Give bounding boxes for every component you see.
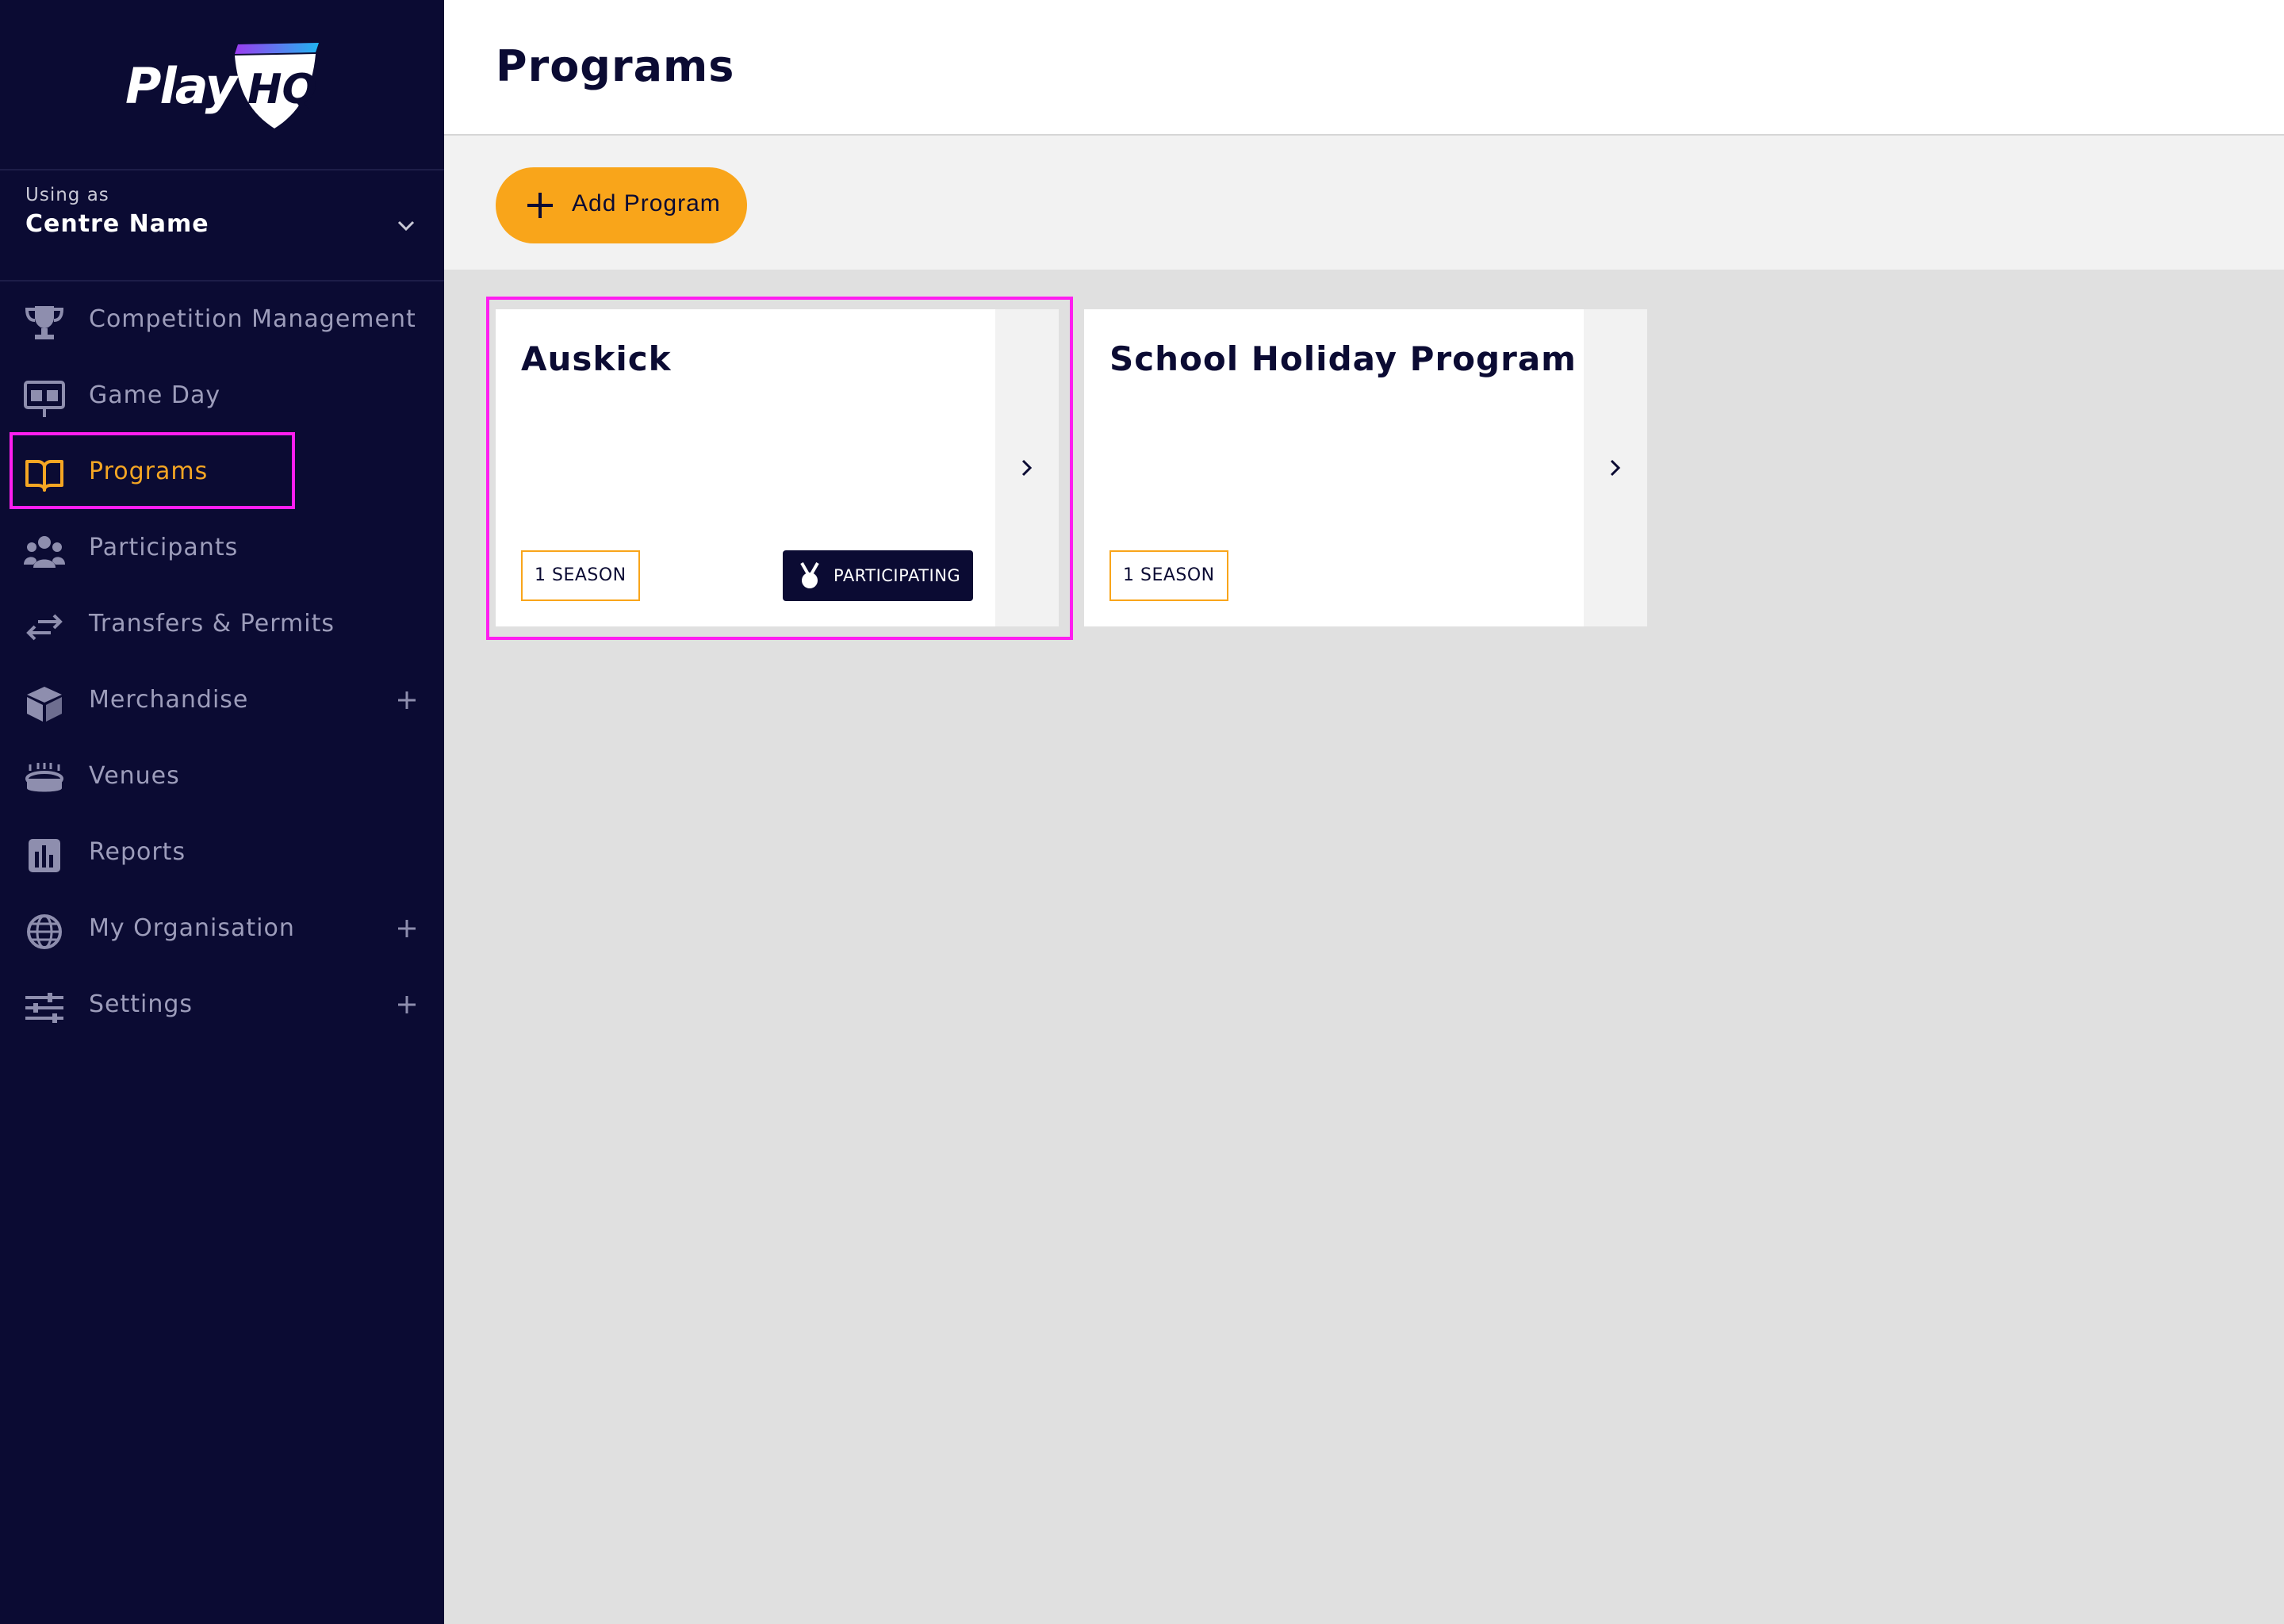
sidebar-item-label: Programs xyxy=(89,458,209,485)
card-open-arrow[interactable] xyxy=(1584,309,1647,626)
sidebar-item-label: Competition Management xyxy=(89,305,416,333)
stadium-icon xyxy=(25,763,63,792)
sidebar-nav: Competition Management Game Day Programs xyxy=(0,282,444,1044)
season-count-badge: 1 SEASON xyxy=(1109,550,1228,601)
current-org-name: Centre Name xyxy=(25,210,209,238)
card-body: School Holiday Program 1 SEASON xyxy=(1084,309,1584,626)
sidebar-item-settings[interactable]: Settings xyxy=(0,967,444,1044)
chevron-right-icon xyxy=(1021,459,1033,477)
medal-icon xyxy=(800,562,819,588)
main-content: Programs Add Program Auskick 1 SEASON PA… xyxy=(444,0,2284,1624)
sidebar-item-venues[interactable]: Venues xyxy=(0,739,444,815)
logo-shield-icon: HQ xyxy=(235,43,319,128)
sidebar-item-my-organisation[interactable]: My Organisation xyxy=(0,891,444,967)
participating-badge: PARTICIPATING xyxy=(783,550,973,601)
page-title: Programs xyxy=(496,41,735,91)
page-header: Programs xyxy=(444,0,2284,136)
sliders-icon xyxy=(25,993,63,1023)
season-count-badge: 1 SEASON xyxy=(521,550,640,601)
playhq-logo[interactable]: Play HQ xyxy=(125,41,324,132)
program-title: School Holiday Program xyxy=(1109,339,1577,378)
transfer-arrows-icon xyxy=(26,614,63,641)
org-switcher[interactable]: Using as Centre Name xyxy=(0,170,444,282)
bar-chart-icon xyxy=(29,839,60,872)
card-body: Auskick 1 SEASON PARTICIPATING xyxy=(496,309,995,626)
chevron-down-icon[interactable] xyxy=(395,215,417,237)
sidebar-item-label: Settings xyxy=(89,990,194,1018)
add-program-label: Add Program xyxy=(572,190,721,216)
participating-label: PARTICIPATING xyxy=(834,566,961,585)
card-open-arrow[interactable] xyxy=(995,309,1059,626)
trophy-icon xyxy=(25,306,64,339)
logo-badge-text: HQ xyxy=(247,66,317,113)
sidebar-item-programs[interactable]: Programs xyxy=(0,435,444,511)
toolbar: Add Program xyxy=(444,136,2284,270)
sidebar-item-transfers-permits[interactable]: Transfers & Permits xyxy=(0,587,444,663)
sidebar-item-label: Transfers & Permits xyxy=(89,610,335,638)
expand-plus-icon[interactable] xyxy=(397,994,417,1015)
add-program-button[interactable]: Add Program xyxy=(496,167,747,243)
book-icon xyxy=(25,460,63,492)
scoreboard-icon xyxy=(24,381,65,417)
program-card-school-holiday[interactable]: School Holiday Program 1 SEASON xyxy=(1084,309,1647,626)
sidebar-item-game-day[interactable]: Game Day xyxy=(0,358,444,435)
sidebar-item-label: Reports xyxy=(89,838,186,866)
people-icon xyxy=(24,536,65,568)
globe-icon xyxy=(27,914,62,949)
expand-plus-icon[interactable] xyxy=(397,918,417,939)
sidebar-item-label: Participants xyxy=(89,534,239,561)
sidebar-item-merchandise[interactable]: Merchandise xyxy=(0,663,444,739)
program-card-auskick[interactable]: Auskick 1 SEASON PARTICIPATING xyxy=(496,309,1059,626)
chevron-right-icon xyxy=(1610,459,1621,477)
sidebar-item-competition-management[interactable]: Competition Management xyxy=(0,282,444,358)
logo-area: Play HQ xyxy=(0,0,444,170)
plus-icon xyxy=(527,193,553,218)
sidebar-item-participants[interactable]: Participants xyxy=(0,511,444,587)
expand-plus-icon[interactable] xyxy=(397,690,417,710)
sidebar-item-label: My Organisation xyxy=(89,914,295,942)
program-title: Auskick xyxy=(521,339,672,378)
using-as-label: Using as xyxy=(25,185,109,205)
sidebar: Play HQ Using as Centre Name Competition… xyxy=(0,0,444,1624)
sidebar-item-label: Game Day xyxy=(89,381,221,409)
sidebar-item-label: Merchandise xyxy=(89,686,249,714)
sidebar-item-reports[interactable]: Reports xyxy=(0,815,444,891)
logo-text: Play xyxy=(125,57,237,115)
sidebar-item-label: Venues xyxy=(89,762,180,790)
box-icon xyxy=(27,687,62,722)
